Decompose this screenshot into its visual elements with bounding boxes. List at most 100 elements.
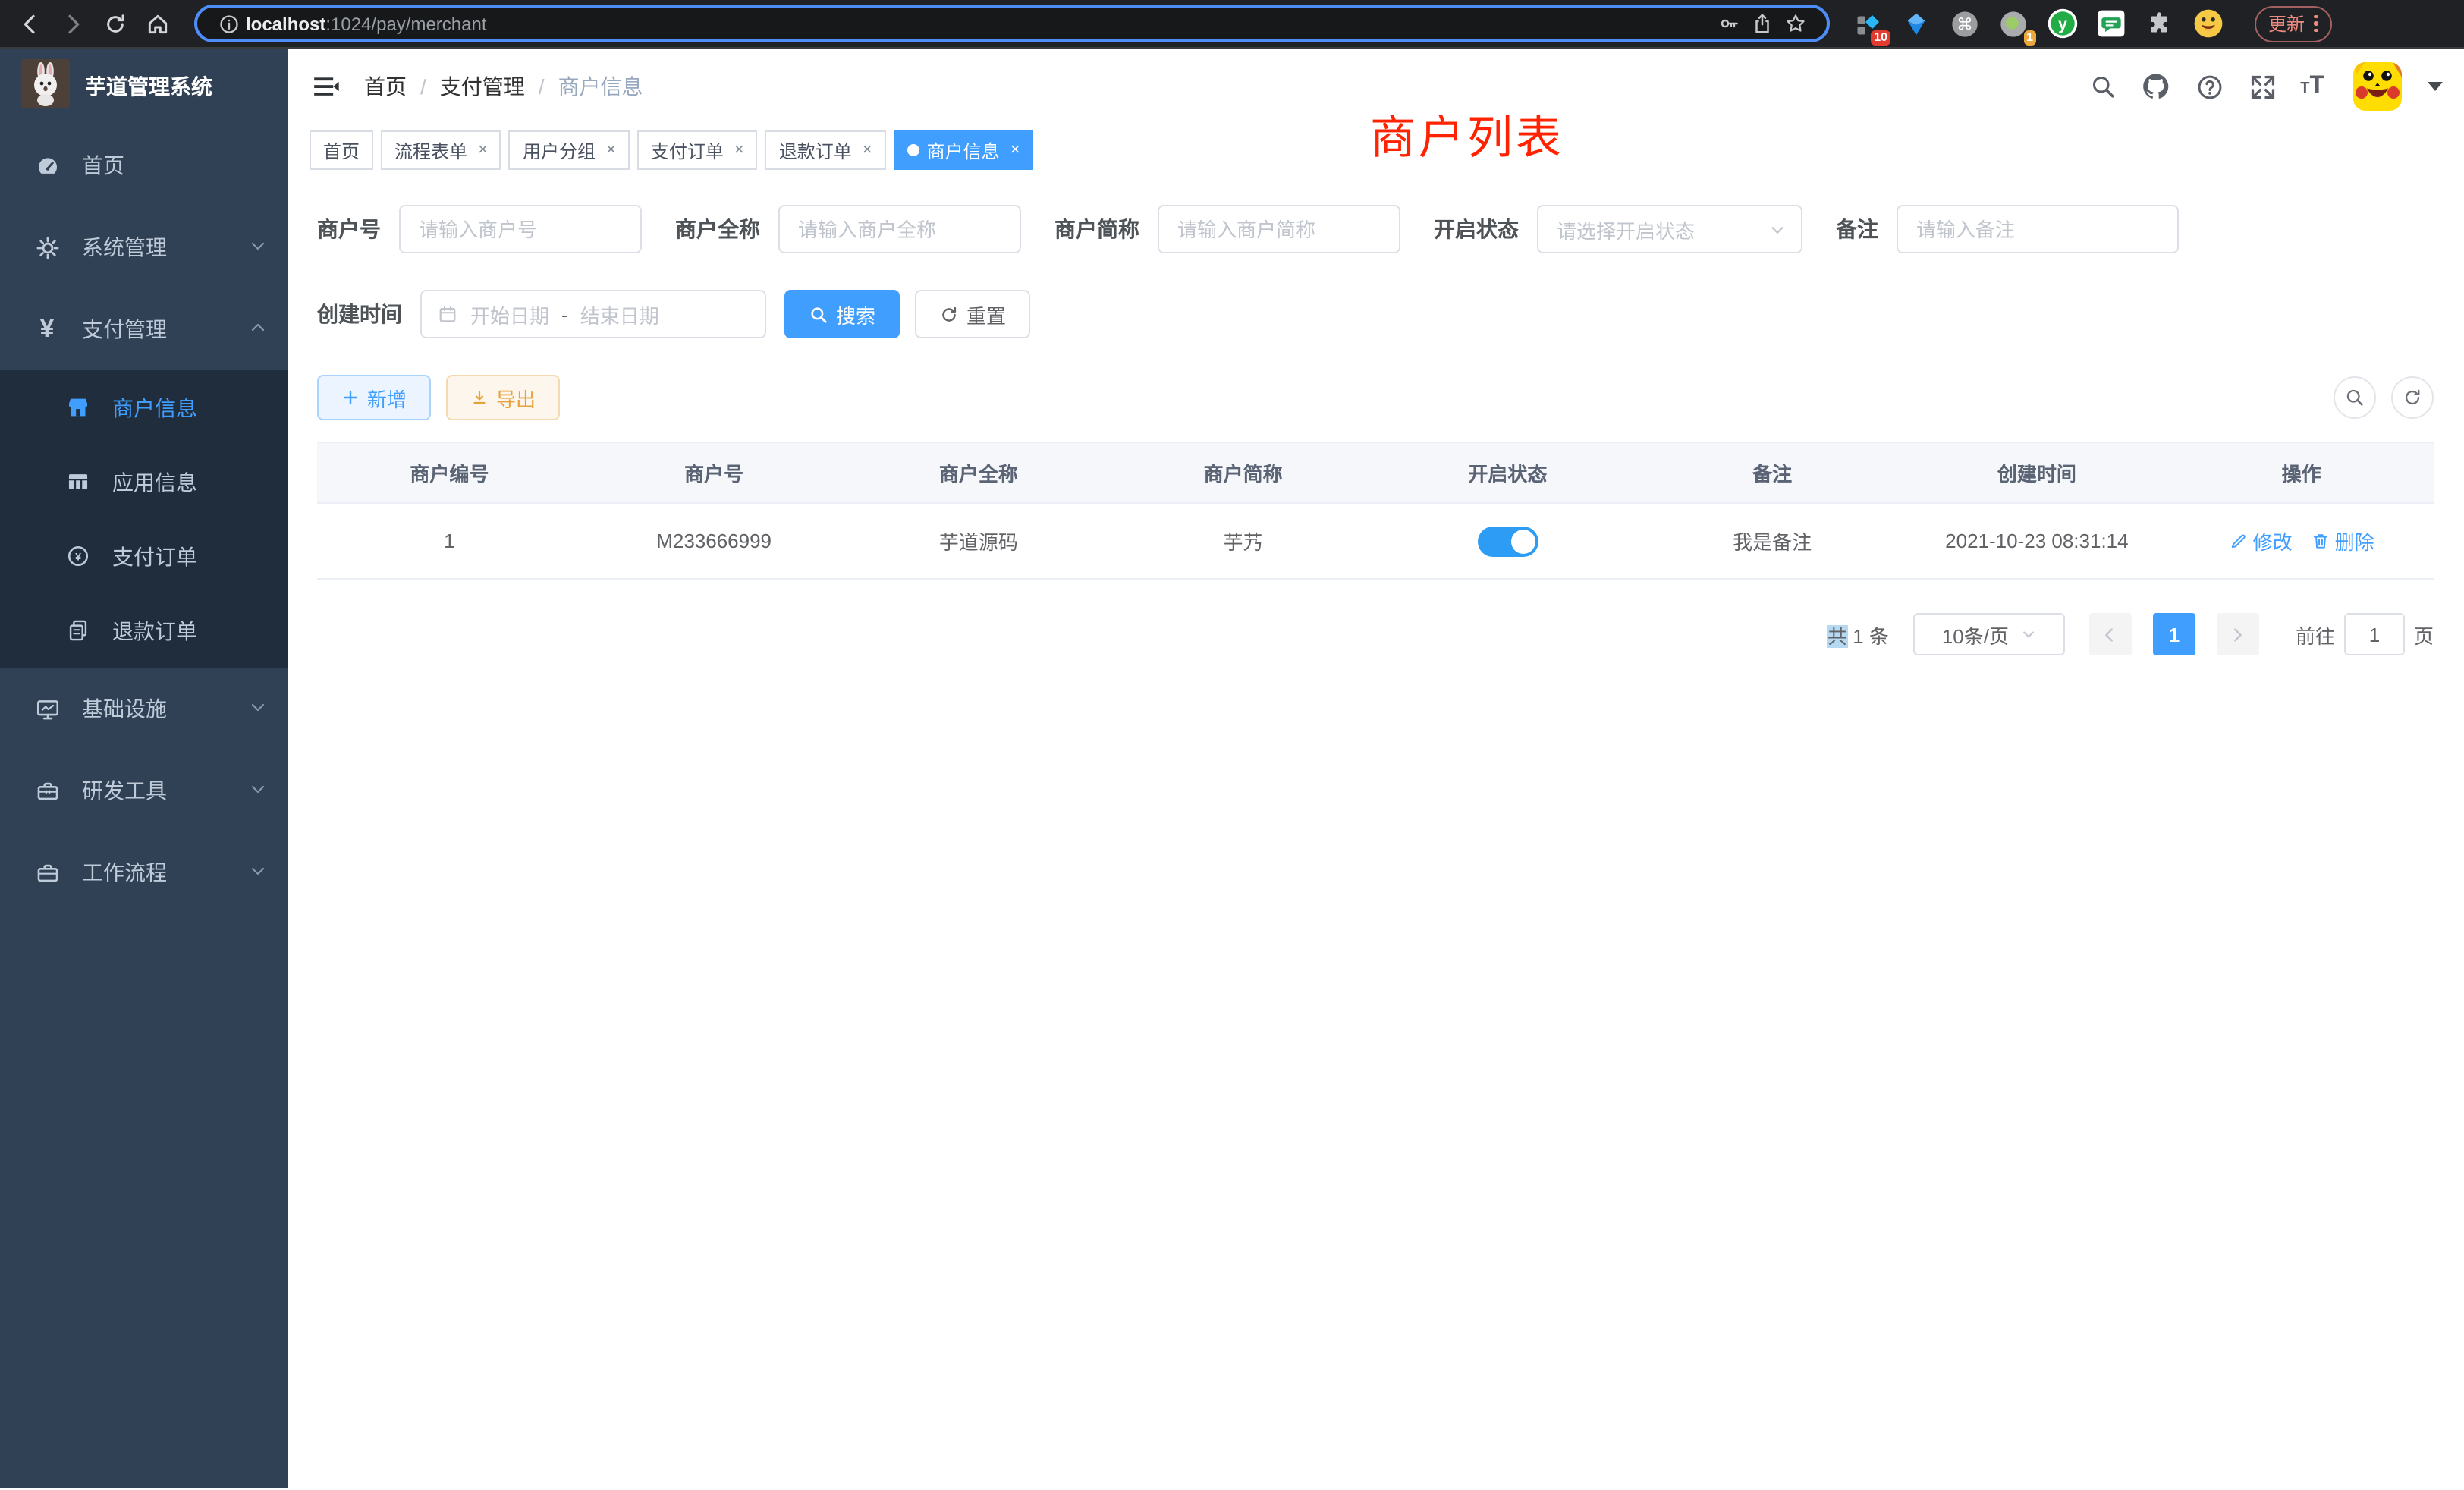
url-bar[interactable]: localhost:1024/pay/merchant [194, 5, 1830, 42]
show-search-toggle-button[interactable] [2334, 376, 2376, 419]
close-icon[interactable]: × [478, 141, 488, 159]
profile-emoji-avatar[interactable] [2191, 7, 2224, 40]
fullscreen-icon[interactable] [2247, 71, 2277, 102]
breadcrumb-home[interactable]: 首页 [364, 71, 407, 102]
tab-process-form[interactable]: 流程表单× [381, 130, 501, 170]
cell-full-name: 芋道源码 [847, 527, 1111, 555]
merchant-no-input[interactable] [399, 205, 642, 253]
help-icon[interactable] [2194, 71, 2224, 102]
sidebar-item-refund-order[interactable]: 退款订单 [0, 593, 288, 668]
chevron-right-icon [2230, 626, 2246, 643]
sidebar-item-workflow[interactable]: 工作流程 [0, 831, 288, 913]
user-avatar[interactable] [2353, 62, 2402, 111]
cell-merchant-no: M233666999 [582, 530, 847, 552]
menu-label: 系统管理 [82, 232, 249, 262]
tab-user-group[interactable]: 用户分组× [509, 130, 630, 170]
page-size-select[interactable]: 10条/页 [1913, 613, 2065, 655]
url-host: localhost [246, 13, 325, 34]
sidebar-item-home[interactable]: 首页 [0, 124, 288, 206]
sidebar-item-app-info[interactable]: 应用信息 [0, 445, 288, 519]
chevron-left-icon [2102, 626, 2119, 643]
site-info-icon[interactable] [212, 7, 246, 40]
pagination: 共 1 条 10条/页 1 前往 页 [317, 613, 2434, 655]
full-name-input[interactable] [778, 205, 1021, 253]
font-size-icon[interactable]: TT [2300, 74, 2324, 99]
filter-row-1: 商户号 商户全称 商户简称 开启状态 请选择开启状态 [317, 205, 2434, 253]
extension-tabs-icon[interactable]: 10 [1851, 7, 1884, 40]
edit-pencil-icon [2229, 531, 2249, 551]
close-icon[interactable]: × [1010, 141, 1020, 159]
extension-chat-icon[interactable] [2094, 7, 2127, 40]
chevron-down-icon [249, 235, 267, 259]
status-select[interactable]: 请选择开启状态 [1537, 205, 1802, 253]
extension-y-icon[interactable]: y [2045, 7, 2079, 40]
export-button[interactable]: 导出 [446, 375, 560, 420]
share-icon[interactable] [1745, 7, 1778, 40]
dashboard-icon [33, 152, 61, 179]
header-search-icon[interactable] [2088, 71, 2118, 102]
extension-badge: 10 [1871, 30, 1890, 45]
browser-forward-button[interactable] [52, 2, 94, 45]
goto-page-input[interactable] [2344, 613, 2405, 655]
svg-text:¥: ¥ [74, 552, 80, 564]
extension-command-icon[interactable]: ⌘ [1948, 7, 1982, 40]
sidebar-item-payment[interactable]: ¥ 支付管理 [0, 288, 288, 370]
search-button[interactable]: 搜索 [784, 290, 900, 338]
url-path: :1024/pay/merchant [325, 13, 486, 34]
calendar-icon [437, 303, 458, 325]
extensions-puzzle-icon[interactable] [2142, 7, 2176, 40]
tab-label: 商户信息 [927, 137, 1000, 163]
yen-icon: ¥ [33, 316, 61, 343]
password-key-icon[interactable] [1711, 7, 1745, 40]
delete-link[interactable]: 删除 [2311, 527, 2374, 555]
browser-menu-icon[interactable] [2314, 15, 2318, 33]
status-label: 开启状态 [1434, 214, 1519, 244]
cell-short-name: 芋艿 [1111, 527, 1375, 555]
extension-recorder-icon[interactable]: 1 [1997, 7, 2030, 40]
tab-refund-order[interactable]: 退款订单× [765, 130, 886, 170]
browser-home-button[interactable] [137, 2, 179, 45]
status-toggle[interactable] [1477, 526, 1538, 556]
close-icon[interactable]: × [734, 141, 744, 159]
sidebar-logo[interactable]: 芋道管理系统 [0, 49, 288, 124]
browser-update-button[interactable]: 更新 [2255, 5, 2331, 42]
sidebar-item-merchant-info[interactable]: 商户信息 [0, 370, 288, 445]
menu-label: 研发工具 [82, 775, 249, 806]
chevron-down-icon [249, 696, 267, 721]
breadcrumb-payment[interactable]: 支付管理 [440, 71, 525, 102]
start-date-placeholder: 开始日期 [470, 300, 549, 328]
extension-gem-icon[interactable] [1900, 7, 1933, 40]
sidebar-item-dev-tools[interactable]: 研发工具 [0, 750, 288, 831]
remark-input[interactable] [1897, 205, 2179, 253]
browser-back-button[interactable] [9, 2, 52, 45]
close-icon[interactable]: × [863, 141, 872, 159]
add-button[interactable]: 新增 [317, 375, 431, 420]
sidebar-item-pay-order[interactable]: ¥ 支付订单 [0, 519, 288, 593]
reset-button[interactable]: 重置 [915, 290, 1030, 338]
bookmark-star-icon[interactable] [1778, 7, 1812, 40]
menu-label: 支付订单 [112, 541, 197, 571]
sidebar-item-system[interactable]: 系统管理 [0, 206, 288, 288]
chevron-down-icon [249, 778, 267, 803]
menu-label: 支付管理 [82, 314, 249, 344]
page-1-button[interactable]: 1 [2153, 613, 2195, 655]
prev-page-button[interactable] [2089, 613, 2132, 655]
tab-merchant-info[interactable]: 商户信息 × [894, 130, 1034, 170]
avatar-caret-icon[interactable] [2428, 82, 2443, 91]
short-name-input[interactable] [1158, 205, 1400, 253]
close-icon[interactable]: × [606, 141, 616, 159]
tab-pay-order[interactable]: 支付订单× [637, 130, 758, 170]
y-glyph: y [2057, 16, 2066, 33]
monitor-icon [33, 695, 61, 722]
delete-label: 删除 [2335, 527, 2374, 555]
sidebar-item-infrastructure[interactable]: 基础设施 [0, 668, 288, 750]
sidebar-collapse-icon[interactable] [310, 70, 343, 103]
tab-home[interactable]: 首页 [310, 130, 373, 170]
next-page-button[interactable] [2217, 613, 2259, 655]
edit-link[interactable]: 修改 [2229, 527, 2293, 555]
create-time-range-picker[interactable]: 开始日期 - 结束日期 [420, 290, 766, 338]
plus-icon [341, 388, 360, 407]
github-icon[interactable] [2141, 71, 2171, 102]
browser-reload-button[interactable] [94, 2, 137, 45]
refresh-table-button[interactable] [2391, 376, 2434, 419]
